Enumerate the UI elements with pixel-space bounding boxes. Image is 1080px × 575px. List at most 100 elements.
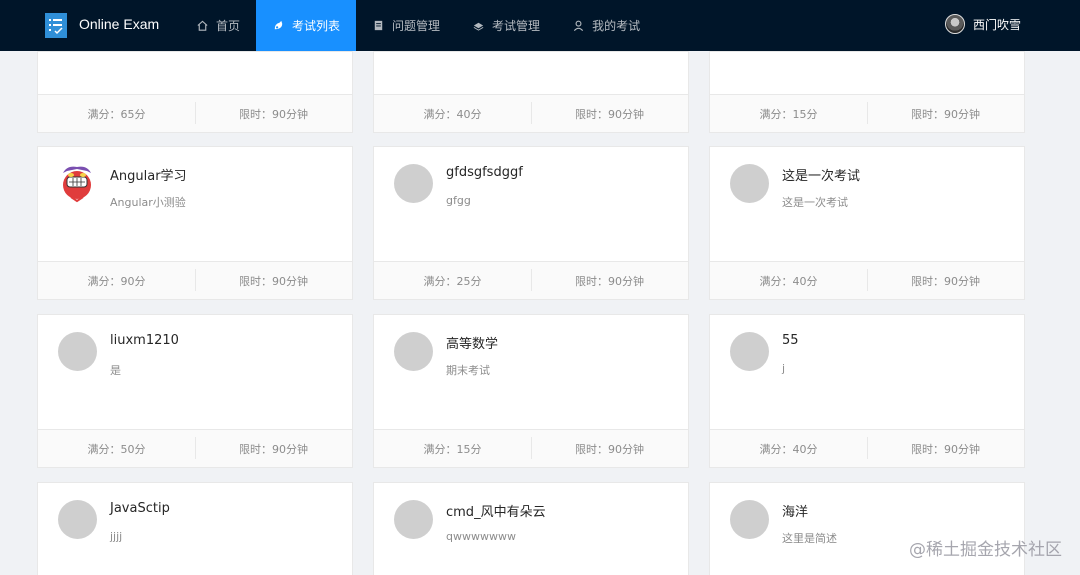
full-score: 满分：40分: [759, 274, 818, 288]
exam-card[interactable]: 海洋 这里是简述: [709, 482, 1025, 575]
full-score: 满分：50分: [87, 442, 146, 456]
card-body: Angular学习 Angular小测验: [38, 147, 352, 261]
exam-description: 是: [110, 364, 121, 377]
nav-item-home[interactable]: 首页: [180, 0, 256, 51]
top-navbar: Online Exam 首页 考试列表 问题管理 考试管理 我的考试 西门吹雪: [0, 0, 1080, 51]
card-body: 高等数学 期末考试: [374, 315, 688, 429]
time-limit: 限时：90分钟: [531, 436, 688, 459]
full-score: 满分：90分: [87, 274, 146, 288]
full-score: 满分：65分: [87, 107, 146, 121]
exam-card[interactable]: 55 j 满分：40分 限时：90分钟: [709, 314, 1025, 468]
card-body: liuxm1210 是: [38, 315, 352, 429]
main-nav: 首页 考试列表 问题管理 考试管理 我的考试: [180, 0, 656, 51]
exam-card[interactable]: 高等数学 期末考试 满分：15分 限时：90分钟: [373, 314, 689, 468]
avatar[interactable]: [944, 14, 965, 34]
exam-card[interactable]: liuxm1210 是 满分：50分 限时：90分钟: [37, 314, 353, 468]
exam-card[interactable]: 满分：40分 限时：90分钟: [373, 51, 689, 133]
cartoon-avatar: [57, 163, 97, 203]
exam-description: jjjj: [110, 530, 123, 543]
avatar: [58, 332, 97, 371]
card-body: [374, 52, 688, 94]
user-icon: [573, 20, 584, 31]
full-score: 满分：25分: [423, 274, 482, 288]
avatar: [394, 164, 433, 203]
card-body: gfdsgfsdggf gfgg: [374, 147, 688, 261]
card-footer: 满分：25分 限时：90分钟: [374, 261, 688, 299]
avatar: [730, 500, 769, 539]
exam-manage-icon: [473, 22, 484, 31]
time-limit: 限时：90分钟: [867, 101, 1024, 124]
full-score: 满分：15分: [423, 442, 482, 456]
time-limit: 限时：90分钟: [195, 436, 352, 459]
card-body: 海洋 这里是简述: [710, 483, 1024, 575]
avatar: [730, 164, 769, 203]
time-limit: 限时：90分钟: [867, 436, 1024, 459]
card-body: [38, 52, 352, 94]
nav-label: 首页: [216, 19, 241, 33]
full-score: 满分：40分: [759, 442, 818, 456]
exam-list-icon: [274, 20, 283, 30]
user-menu[interactable]: 西门吹雪: [944, 14, 1021, 34]
exam-description: 这里是简述: [782, 532, 837, 545]
exam-description: 期末考试: [446, 364, 490, 377]
full-score: 满分：15分: [759, 107, 818, 121]
nav-label: 问题管理: [392, 19, 441, 33]
exam-title[interactable]: gfdsgfsdggf: [446, 165, 523, 180]
exam-card[interactable]: 满分：15分 限时：90分钟: [709, 51, 1025, 133]
exam-card[interactable]: cmd_风中有朵云 qwwwwwww: [373, 482, 689, 575]
avatar: [394, 500, 433, 539]
card-footer: 满分：90分 限时：90分钟: [38, 261, 352, 299]
card-body: cmd_风中有朵云 qwwwwwww: [374, 483, 688, 575]
card-footer: 满分：65分 限时：90分钟: [38, 94, 352, 132]
nav-item-my-exam[interactable]: 我的考试: [556, 0, 656, 51]
card-body: 这是一次考试 这是一次考试: [710, 147, 1024, 261]
card-body: [710, 52, 1024, 94]
exam-card[interactable]: JavaSctip jjjj: [37, 482, 353, 575]
exam-description: qwwwwwww: [446, 530, 516, 543]
exam-title[interactable]: cmd_风中有朵云: [446, 501, 546, 520]
card-footer: 满分：50分 限时：90分钟: [38, 429, 352, 467]
exam-card[interactable]: 这是一次考试 这是一次考试 满分：40分 限时：90分钟: [709, 146, 1025, 300]
avatar: [58, 500, 97, 539]
exam-title[interactable]: JavaSctip: [110, 501, 170, 516]
exam-title[interactable]: Angular学习: [110, 165, 187, 184]
exam-title[interactable]: liuxm1210: [110, 333, 179, 348]
time-limit: 限时：90分钟: [195, 268, 352, 291]
exam-description: 这是一次考试: [782, 196, 848, 209]
exam-title[interactable]: 55: [782, 333, 799, 348]
time-limit: 限时：90分钟: [195, 101, 352, 124]
exam-title[interactable]: 这是一次考试: [782, 165, 860, 184]
exam-card[interactable]: Angular学习 Angular小测验 满分：90分 限时：90分钟: [37, 146, 353, 300]
nav-item-question-manage[interactable]: 问题管理: [356, 0, 456, 51]
avatar: [730, 332, 769, 371]
exam-description: Angular小测验: [110, 196, 186, 209]
card-footer: 满分：40分 限时：90分钟: [710, 429, 1024, 467]
exam-card[interactable]: 满分：65分 限时：90分钟: [37, 51, 353, 133]
exam-card[interactable]: gfdsgfsdggf gfgg 满分：25分 限时：90分钟: [373, 146, 689, 300]
exam-description: j: [782, 362, 786, 375]
card-footer: 满分：15分 限时：90分钟: [710, 94, 1024, 132]
card-body: 55 j: [710, 315, 1024, 429]
nav-label: 考试列表: [292, 19, 341, 33]
logo-icon[interactable]: [45, 13, 67, 38]
time-limit: 限时：90分钟: [867, 268, 1024, 291]
watermark: @稀土掘金技术社区: [909, 540, 1062, 560]
exam-title[interactable]: 海洋: [782, 501, 808, 520]
exam-description: gfgg: [446, 194, 471, 207]
user-name[interactable]: 西门吹雪: [973, 16, 1021, 33]
nav-label: 考试管理: [492, 19, 541, 33]
full-score: 满分：40分: [423, 107, 482, 121]
nav-label: 我的考试: [592, 19, 641, 33]
avatar: [394, 332, 433, 371]
nav-item-exam-manage[interactable]: 考试管理: [456, 0, 556, 51]
card-footer: 满分：40分 限时：90分钟: [710, 261, 1024, 299]
card-footer: 满分：40分 限时：90分钟: [374, 94, 688, 132]
home-icon: [197, 20, 208, 31]
time-limit: 限时：90分钟: [531, 101, 688, 124]
card-body: JavaSctip jjjj: [38, 483, 352, 575]
time-limit: 限时：90分钟: [531, 268, 688, 291]
exam-title[interactable]: 高等数学: [446, 333, 498, 352]
question-icon: [374, 20, 383, 31]
brand-name[interactable]: Online Exam: [79, 16, 159, 32]
nav-item-exam-list[interactable]: 考试列表: [256, 0, 357, 51]
